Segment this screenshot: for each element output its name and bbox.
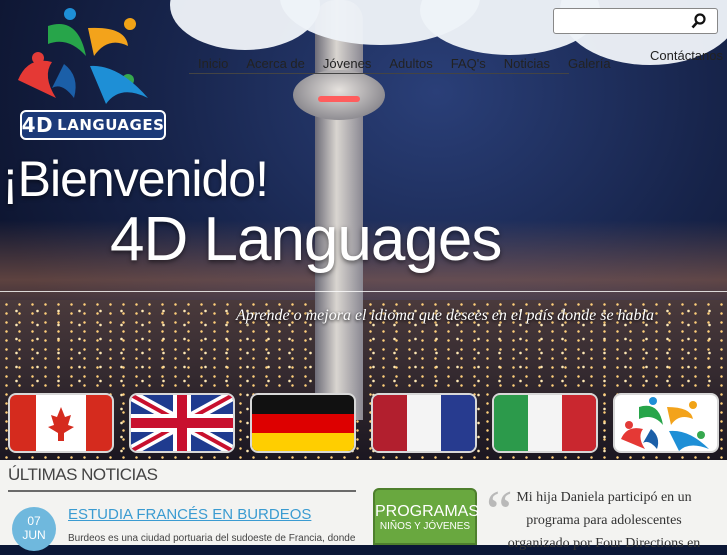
search-icon[interactable] — [691, 13, 707, 29]
date-month: JUN — [22, 528, 46, 542]
news-heading: ÚLTIMAS NOTICIAS — [8, 465, 158, 484]
nav-item-faqs[interactable]: FAQ's — [442, 56, 495, 71]
contact-link[interactable]: Contáctanos — [650, 48, 723, 63]
uk-flag[interactable] — [129, 393, 235, 453]
4d-logo-flag[interactable] — [613, 393, 719, 453]
hero-greeting: ¡Bienvenido! — [2, 151, 269, 207]
search-box[interactable] — [553, 8, 718, 34]
nav-item-acerca[interactable]: Acerca de — [237, 56, 314, 71]
nav-item-galeria[interactable]: Galería — [559, 56, 620, 71]
hero-divider — [0, 291, 727, 292]
italy-flag[interactable] — [492, 393, 598, 453]
tv-tower-sphere — [293, 70, 385, 120]
nav-item-inicio[interactable]: Inicio — [189, 56, 237, 71]
logo-prefix: 4D — [21, 113, 54, 137]
news-divider — [8, 490, 356, 492]
search-input[interactable] — [558, 10, 687, 34]
canada-flag[interactable] — [8, 393, 114, 453]
article-excerpt: Burdeos es una ciudad portuaria del sudo… — [68, 533, 356, 544]
france-flag[interactable] — [371, 393, 477, 453]
logo-figures-icon — [18, 8, 148, 104]
nav-item-noticias[interactable]: Noticias — [495, 56, 559, 71]
logo-wordmark: 4D LANGUAGES — [20, 110, 166, 140]
article-title-link[interactable]: ESTUDIA FRANCÉS EN BURDEOS — [68, 506, 311, 523]
main-nav: Inicio Acerca de Jóvenes Adultos FAQ's N… — [189, 47, 611, 74]
hero-tagline: Aprende o mejora el idioma que desees en… — [236, 307, 654, 324]
tv-tower-light — [318, 96, 360, 102]
flag-row — [8, 393, 720, 453]
date-badge: 07 JUN — [12, 507, 56, 551]
date-day: 07 — [27, 514, 41, 528]
programs-button[interactable]: PROGRAMAS NIÑOS Y JÓVENES — [373, 488, 480, 545]
site-logo[interactable]: 4D LANGUAGES — [8, 6, 166, 140]
hero-title: 4D Languages — [110, 205, 502, 274]
nav-item-adultos[interactable]: Adultos — [380, 56, 441, 71]
nav-item-jovenes[interactable]: Jóvenes — [314, 56, 380, 71]
programs-title: PROGRAMAS — [375, 503, 480, 520]
programs-subtitle: NIÑOS Y JÓVENES — [379, 521, 471, 532]
germany-flag[interactable] — [250, 393, 356, 453]
logo-text: LANGUAGES — [57, 116, 165, 134]
4d-figures-icon — [621, 397, 709, 451]
